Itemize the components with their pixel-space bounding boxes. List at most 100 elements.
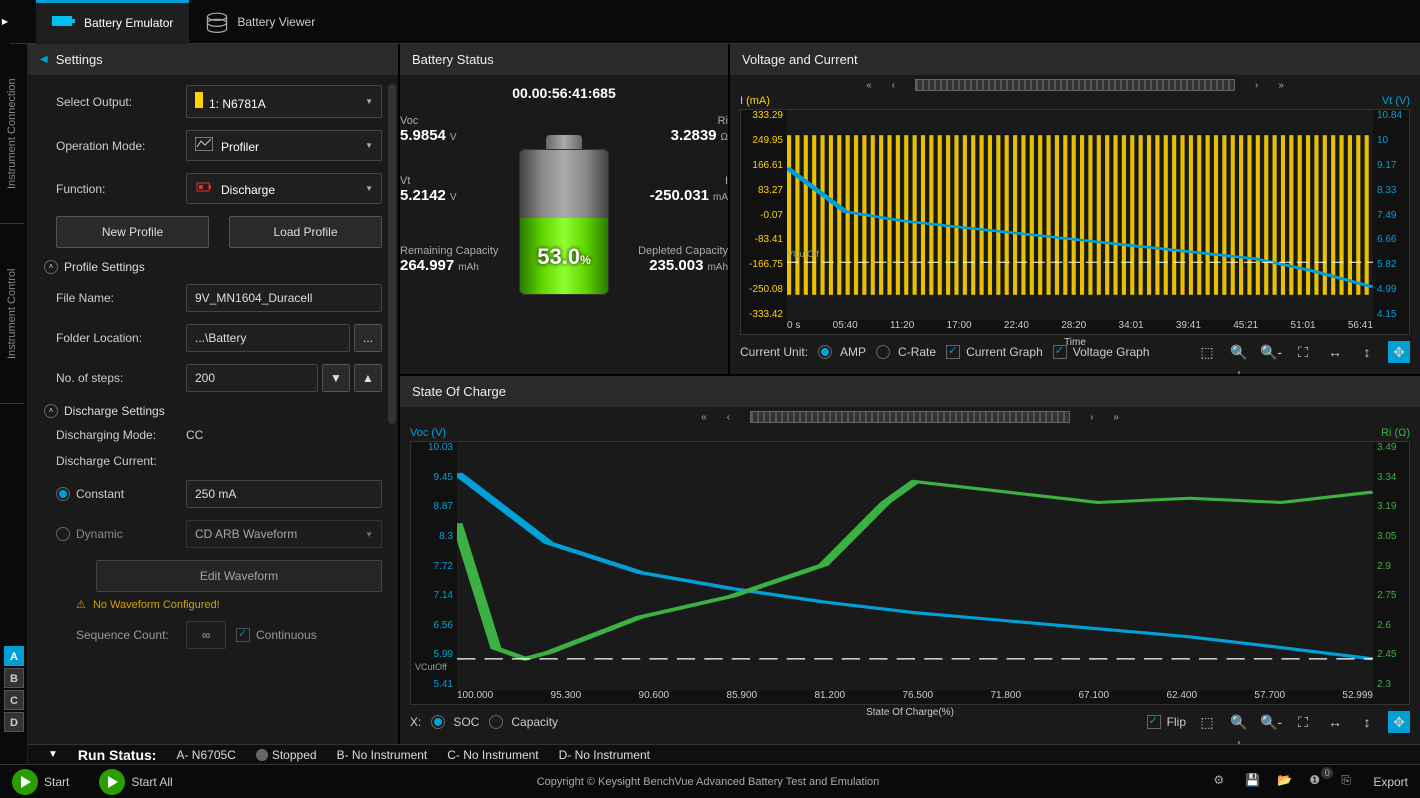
rail-btn-c[interactable]: C: [4, 690, 24, 710]
amp-radio[interactable]: [818, 345, 832, 359]
nav-last-icon[interactable]: »: [1113, 412, 1119, 423]
save-icon[interactable]: 💾: [1245, 773, 1263, 791]
rail-btn-d[interactable]: D: [4, 712, 24, 732]
discharging-mode-label: Discharging Mode:: [56, 428, 186, 442]
continuous-checkbox[interactable]: [236, 628, 250, 642]
dynamic-label: Dynamic: [76, 527, 186, 541]
ri-label: Ri: [671, 115, 728, 127]
output-color-icon: [195, 92, 203, 108]
settings-header[interactable]: ◀ Settings: [28, 44, 398, 75]
nav-prev-icon[interactable]: ‹: [727, 412, 730, 423]
start-all-button[interactable]: [99, 769, 125, 795]
i-label: I: [650, 175, 728, 187]
soc-x-label: State Of Charge(%): [411, 707, 1409, 718]
no-waveform-label: No Waveform Configured!: [93, 599, 220, 611]
ri-value: 3.2839: [671, 127, 717, 144]
voc-value: 5.9854: [400, 127, 446, 144]
remaining-label: Remaining Capacity: [400, 245, 498, 257]
tab-label: Battery Viewer: [237, 15, 315, 29]
chevron-down-icon: ▼: [365, 184, 373, 193]
chevron-down-icon[interactable]: ▼: [48, 749, 58, 760]
chevron-down-icon: ▼: [365, 141, 373, 150]
warning-icon: ⚠: [76, 599, 86, 611]
tab-label: Battery Emulator: [84, 16, 173, 30]
soc-chart-plot[interactable]: 10.039.458.878.37.727.146.565.995.41 VCu…: [410, 441, 1410, 705]
gear-icon[interactable]: ⚙: [1213, 773, 1231, 791]
database-icon: [205, 12, 229, 32]
profile-settings-header[interactable]: ˄ Profile Settings: [44, 260, 382, 274]
file-name-input[interactable]: 9V_MN1604_Duracell: [186, 284, 382, 312]
settings-panel: ◀ Settings Select Output: 1: N6781A ▼ Op…: [28, 44, 400, 744]
steps-down-button[interactable]: ▼: [322, 364, 350, 392]
status-a: A- N6705C: [176, 748, 235, 762]
tab-battery-emulator[interactable]: Battery Emulator: [36, 0, 189, 44]
seq-count-input[interactable]: ∞: [186, 621, 226, 649]
vt-value: 5.2142: [400, 187, 446, 204]
discharge-settings-header[interactable]: ˄ Discharge Settings: [44, 404, 382, 418]
tab-battery-viewer[interactable]: Battery Viewer: [189, 0, 331, 44]
vi-chart-plot[interactable]: 333.29249.95166.6183.27-0.07-83.41-166.7…: [740, 109, 1410, 335]
chevron-up-icon: ˄: [44, 404, 58, 418]
bottom-bar: Start Start All Copyright © Keysight Ben…: [0, 764, 1420, 798]
crate-radio[interactable]: [876, 345, 890, 359]
operation-mode-dropdown[interactable]: Profiler ▼: [186, 130, 382, 161]
nav-last-icon[interactable]: »: [1278, 80, 1284, 91]
current-graph-checkbox[interactable]: [946, 345, 960, 359]
nav-next-icon[interactable]: ›: [1090, 412, 1093, 423]
rail-instrument-control[interactable]: Instrument Control: [0, 224, 24, 404]
new-profile-button[interactable]: New Profile: [56, 216, 209, 248]
left-axis-label: Voc (V): [410, 427, 446, 439]
collapse-left-icon: ◀: [40, 54, 48, 65]
constant-radio[interactable]: [56, 487, 70, 501]
status-d: D- No Instrument: [559, 748, 650, 762]
rail-btn-a[interactable]: A: [4, 646, 24, 666]
steps-input[interactable]: 200: [186, 364, 318, 392]
nav-scrubber[interactable]: [915, 79, 1235, 91]
left-axis-label: I (mA): [740, 95, 770, 107]
edit-waveform-button[interactable]: Edit Waveform: [96, 560, 382, 592]
folder-label: Folder Location:: [56, 331, 186, 345]
folder-input[interactable]: ...\Battery: [186, 324, 350, 352]
function-dropdown[interactable]: Discharge ▼: [186, 173, 382, 204]
vi-title: Voltage and Current: [742, 52, 858, 67]
vcutoff-label: VCutOff: [415, 662, 447, 672]
flip-checkbox[interactable]: [1147, 715, 1161, 729]
soc-radio[interactable]: [431, 715, 445, 729]
nav-scrubber[interactable]: [750, 411, 1070, 423]
battery-emulator-icon: [52, 13, 76, 33]
constant-input[interactable]: 250 mA: [186, 480, 382, 508]
settings-scrollbar[interactable]: [388, 84, 396, 424]
right-axis-label: Vt (V): [1382, 95, 1410, 107]
export-label: Export: [1373, 775, 1408, 789]
select-output-dropdown[interactable]: 1: N6781A ▼: [186, 85, 382, 118]
browse-button[interactable]: ...: [354, 324, 382, 352]
voltage-graph-checkbox[interactable]: [1053, 345, 1067, 359]
nav-first-icon[interactable]: «: [701, 412, 707, 423]
dynamic-radio[interactable]: [56, 527, 70, 541]
rail-instrument-connection[interactable]: Instrument Connection: [0, 44, 24, 224]
load-profile-button[interactable]: Load Profile: [229, 216, 382, 248]
status-dot-icon: [256, 749, 268, 761]
select-output-label: Select Output:: [56, 95, 186, 109]
notifications-icon[interactable]: ❶0: [1309, 773, 1327, 791]
dynamic-dropdown[interactable]: CD ARB Waveform ▼: [186, 520, 382, 548]
rail-btn-b[interactable]: B: [4, 668, 24, 688]
export-icon[interactable]: ⎘: [1341, 773, 1359, 791]
discharge-icon: [195, 180, 213, 194]
side-rail: Instrument Connection Instrument Control…: [0, 44, 28, 764]
operation-mode-label: Operation Mode:: [56, 139, 186, 153]
nav-first-icon[interactable]: «: [866, 80, 872, 91]
expand-handle[interactable]: ▶: [0, 0, 10, 44]
nav-prev-icon[interactable]: ‹: [892, 80, 895, 91]
copyright: Copyright © Keysight BenchVue Advanced B…: [203, 776, 1214, 788]
file-name-label: File Name:: [56, 291, 186, 305]
capacity-radio[interactable]: [489, 715, 503, 729]
nav-next-icon[interactable]: ›: [1255, 80, 1258, 91]
steps-up-button[interactable]: ▲: [354, 364, 382, 392]
start-button[interactable]: [12, 769, 38, 795]
battery-status-title: Battery Status: [412, 52, 494, 67]
folder-open-icon[interactable]: 📂: [1277, 773, 1295, 791]
soc-panel: State Of Charge « ‹ › » Voc (V) Ri (Ω) 1…: [400, 374, 1420, 744]
soc-title: State Of Charge: [412, 384, 506, 399]
chevron-up-icon: ˄: [44, 260, 58, 274]
